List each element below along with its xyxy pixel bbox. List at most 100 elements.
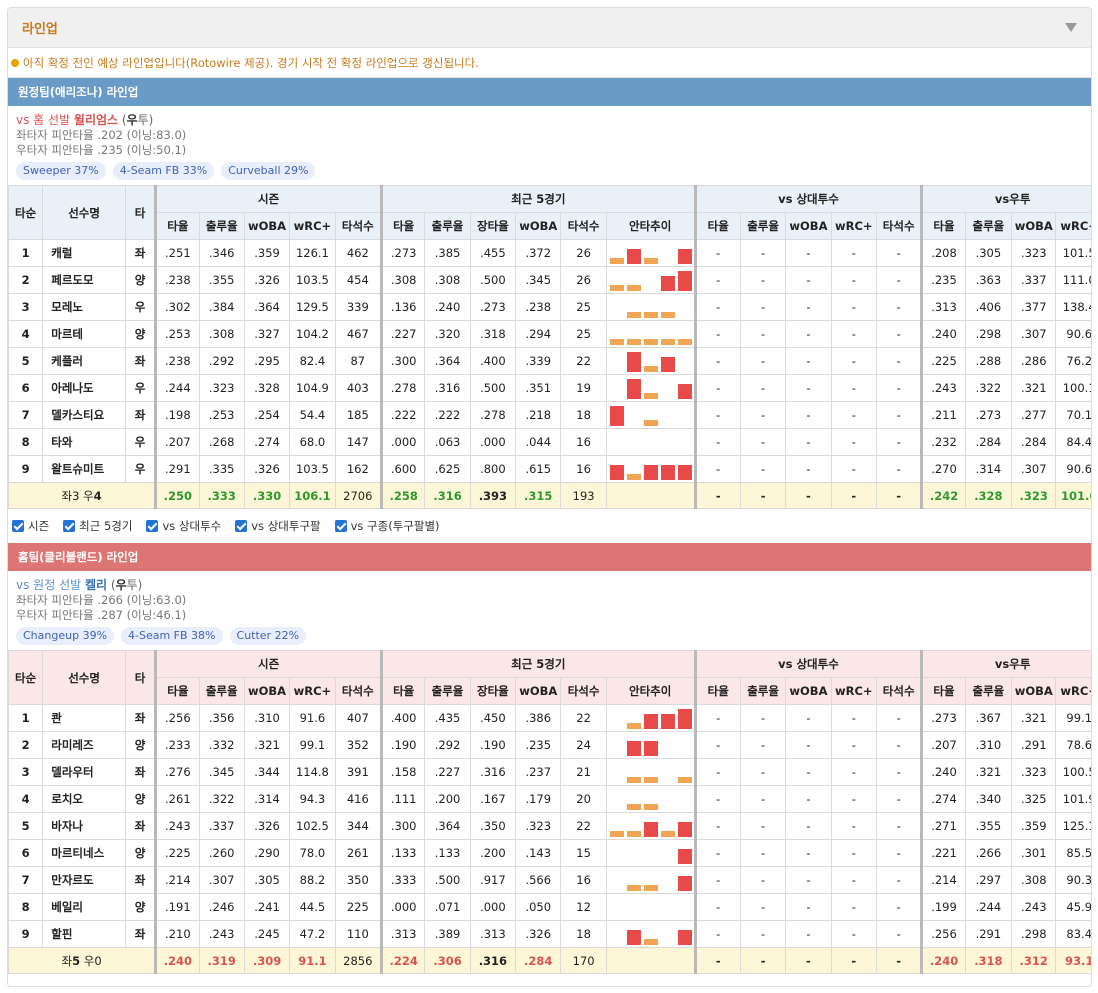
player-name[interactable]: 페르도모 xyxy=(42,266,126,294)
player-name[interactable]: 캐럴 xyxy=(42,239,126,267)
player-row[interactable]: 4 로치오 양 .261.322.314 94.3 416.111.200.167.179… xyxy=(8,785,1091,813)
vs-pitcher-stat: - xyxy=(739,704,787,732)
checkbox-checked-icon[interactable] xyxy=(146,520,159,532)
col-vsh-1[interactable]: 출루율 xyxy=(964,212,1013,240)
col-vsp-2[interactable]: wOBA xyxy=(785,212,832,240)
checkbox-checked-icon[interactable] xyxy=(63,520,76,532)
col-bat-hand[interactable]: 타 xyxy=(124,185,157,240)
col-batting-order[interactable]: 타순 xyxy=(8,185,44,240)
toggle-3[interactable]: vs 상대투구팔 xyxy=(235,518,321,534)
player-name[interactable]: 베일리 xyxy=(42,893,126,921)
col-season-0[interactable]: 타율 xyxy=(154,677,200,705)
col-season-2[interactable]: wOBA xyxy=(243,212,291,240)
col-season-3[interactable]: wRC+ xyxy=(289,677,336,705)
player-row[interactable]: 6 아레나도 우 .244.323.328 104.9 403.278.316.500.3… xyxy=(8,374,1091,402)
player-name[interactable]: 바자나 xyxy=(42,812,126,840)
col-season-4[interactable]: 타석수 xyxy=(334,212,383,240)
col-season-1[interactable]: 출루율 xyxy=(198,212,245,240)
player-name[interactable]: 로치오 xyxy=(42,785,126,813)
player-row[interactable]: 5 바자나 좌 .243.337.326 102.5 344.300.364.350.32… xyxy=(8,812,1091,840)
col-vsp-2[interactable]: wOBA xyxy=(785,677,832,705)
season-stat: .292 xyxy=(198,347,245,375)
player-row[interactable]: 7 델카스티요 좌 .198.253.254 54.4 185.222.222.278.2… xyxy=(8,401,1091,429)
col-bat-hand[interactable]: 타 xyxy=(124,650,157,705)
col-season-4[interactable]: 타석수 xyxy=(334,677,383,705)
col-season-2[interactable]: wOBA xyxy=(243,677,291,705)
player-name[interactable]: 델카스티요 xyxy=(42,401,126,429)
player-row[interactable]: 9 왈트슈미트 우 .291.335.326 103.5 162.600.625.800.… xyxy=(8,455,1091,483)
col-vsh-0[interactable]: 타율 xyxy=(920,677,966,705)
player-name[interactable]: 만자르도 xyxy=(42,866,126,894)
col-season-3[interactable]: wRC+ xyxy=(289,212,336,240)
pitcher-name[interactable]: 켈리 xyxy=(85,578,107,592)
pitcher-name[interactable]: 윌리엄스 xyxy=(74,113,118,127)
player-name[interactable]: 아레나도 xyxy=(42,374,126,402)
player-row[interactable]: 8 타와 우 .207.268.274 68.0 147.000.063.000.044 1… xyxy=(8,428,1091,456)
col-season-0[interactable]: 타율 xyxy=(154,212,200,240)
col-recent-5[interactable]: 안타추이 xyxy=(605,677,696,705)
col-recent-1[interactable]: 출루율 xyxy=(424,212,471,240)
toggle-2[interactable]: vs 상대투수 xyxy=(146,518,221,534)
col-vsh-0[interactable]: 타율 xyxy=(920,212,966,240)
player-row[interactable]: 3 델라우터 좌 .276.345.344 114.8 391.158.227.316.2… xyxy=(8,758,1091,786)
col-recent-2[interactable]: 장타율 xyxy=(469,212,517,240)
player-row[interactable]: 7 만자르도 좌 .214.307.305 88.2 350.333.500.917.56… xyxy=(8,866,1091,894)
col-player-name[interactable]: 선수명 xyxy=(42,185,126,240)
col-player-name[interactable]: 선수명 xyxy=(42,650,126,705)
col-vsp-1[interactable]: 출루율 xyxy=(739,212,787,240)
col-recent-1[interactable]: 출루율 xyxy=(424,677,471,705)
toggle-1[interactable]: 최근 5경기 xyxy=(63,518,132,534)
player-name[interactable]: 라미레즈 xyxy=(42,731,126,759)
player-name[interactable]: 왈트슈미트 xyxy=(42,455,126,483)
player-row[interactable]: 5 케플러 좌 .238.292.295 82.4 87.300.364.400.339 2… xyxy=(8,347,1091,375)
col-recent-5[interactable]: 안타추이 xyxy=(605,212,696,240)
col-vsp-1[interactable]: 출루율 xyxy=(739,677,787,705)
player-name[interactable]: 모레노 xyxy=(42,293,126,321)
col-vsh-2[interactable]: wOBA xyxy=(1011,677,1057,705)
toggle-4[interactable]: vs 구종(투구팔별) xyxy=(334,518,440,534)
player-name[interactable]: 타와 xyxy=(42,428,126,456)
col-vsh-3[interactable]: wRC+ xyxy=(1055,677,1091,705)
col-recent-0[interactable]: 타율 xyxy=(379,677,426,705)
checkbox-checked-icon[interactable] xyxy=(334,520,347,532)
col-vsp-4[interactable]: 타석수 xyxy=(875,212,923,240)
col-recent-0[interactable]: 타율 xyxy=(379,212,426,240)
col-recent-3[interactable]: wOBA xyxy=(515,212,562,240)
player-row[interactable]: 6 마르티네스 양 .225.260.290 78.0 261.133.133.200.1… xyxy=(8,839,1091,867)
col-recent-4[interactable]: 타석수 xyxy=(560,212,607,240)
player-name[interactable]: 콴 xyxy=(42,704,126,732)
col-vsp-4[interactable]: 타석수 xyxy=(875,677,923,705)
vs-pitcher-stat: - xyxy=(739,266,787,294)
player-row[interactable]: 8 베일리 양 .191.246.241 44.5 225.000.071.000.050… xyxy=(8,893,1091,921)
player-name[interactable]: 할핀 xyxy=(42,920,126,948)
player-row[interactable]: 3 모레노 우 .302.384.364 129.5 339.136.240.273.23… xyxy=(8,293,1091,321)
player-row[interactable]: 2 페르도모 양 .238.355.326 103.5 454.308.308.500.3… xyxy=(8,266,1091,294)
col-vsp-0[interactable]: 타율 xyxy=(693,212,741,240)
collapse-caret-icon[interactable] xyxy=(1065,23,1077,32)
player-row[interactable]: 9 할핀 좌 .210.243.245 47.2 110.313.389.313.326 1… xyxy=(8,920,1091,948)
panel-header[interactable]: 라인업 xyxy=(8,8,1091,48)
player-row[interactable]: 2 라미레즈 양 .233.332.321 99.1 352.190.292.190.23… xyxy=(8,731,1091,759)
col-recent-3[interactable]: wOBA xyxy=(515,677,562,705)
col-season-1[interactable]: 출루율 xyxy=(198,677,245,705)
col-vsh-3[interactable]: wRC+ xyxy=(1055,212,1091,240)
col-vsp-0[interactable]: 타율 xyxy=(693,677,741,705)
player-name[interactable]: 마르티네스 xyxy=(42,839,126,867)
player-name[interactable]: 케플러 xyxy=(42,347,126,375)
player-row[interactable]: 4 마르테 양 .253.308.327 104.2 467.227.320.318.29… xyxy=(8,320,1091,348)
col-vsh-2[interactable]: wOBA xyxy=(1011,212,1057,240)
col-vsp-3[interactable]: wRC+ xyxy=(830,677,877,705)
player-name[interactable]: 델라우터 xyxy=(42,758,126,786)
season-stat: 129.5 xyxy=(289,293,336,321)
col-recent-2[interactable]: 장타율 xyxy=(469,677,517,705)
player-row[interactable]: 1 캐럴 좌 .251.346.359 126.1 462.273.385.455.372… xyxy=(8,239,1091,267)
checkbox-checked-icon[interactable] xyxy=(235,520,248,532)
col-vsp-3[interactable]: wRC+ xyxy=(830,212,877,240)
player-name[interactable]: 마르테 xyxy=(42,320,126,348)
col-recent-4[interactable]: 타석수 xyxy=(560,677,607,705)
toggle-0[interactable]: 시즌 xyxy=(12,518,49,534)
col-batting-order[interactable]: 타순 xyxy=(8,650,44,705)
checkbox-checked-icon[interactable] xyxy=(12,520,24,532)
col-vsh-1[interactable]: 출루율 xyxy=(964,677,1013,705)
player-row[interactable]: 1 콴 좌 .256.356.310 91.6 407.400.435.450.386 22… xyxy=(8,704,1091,732)
